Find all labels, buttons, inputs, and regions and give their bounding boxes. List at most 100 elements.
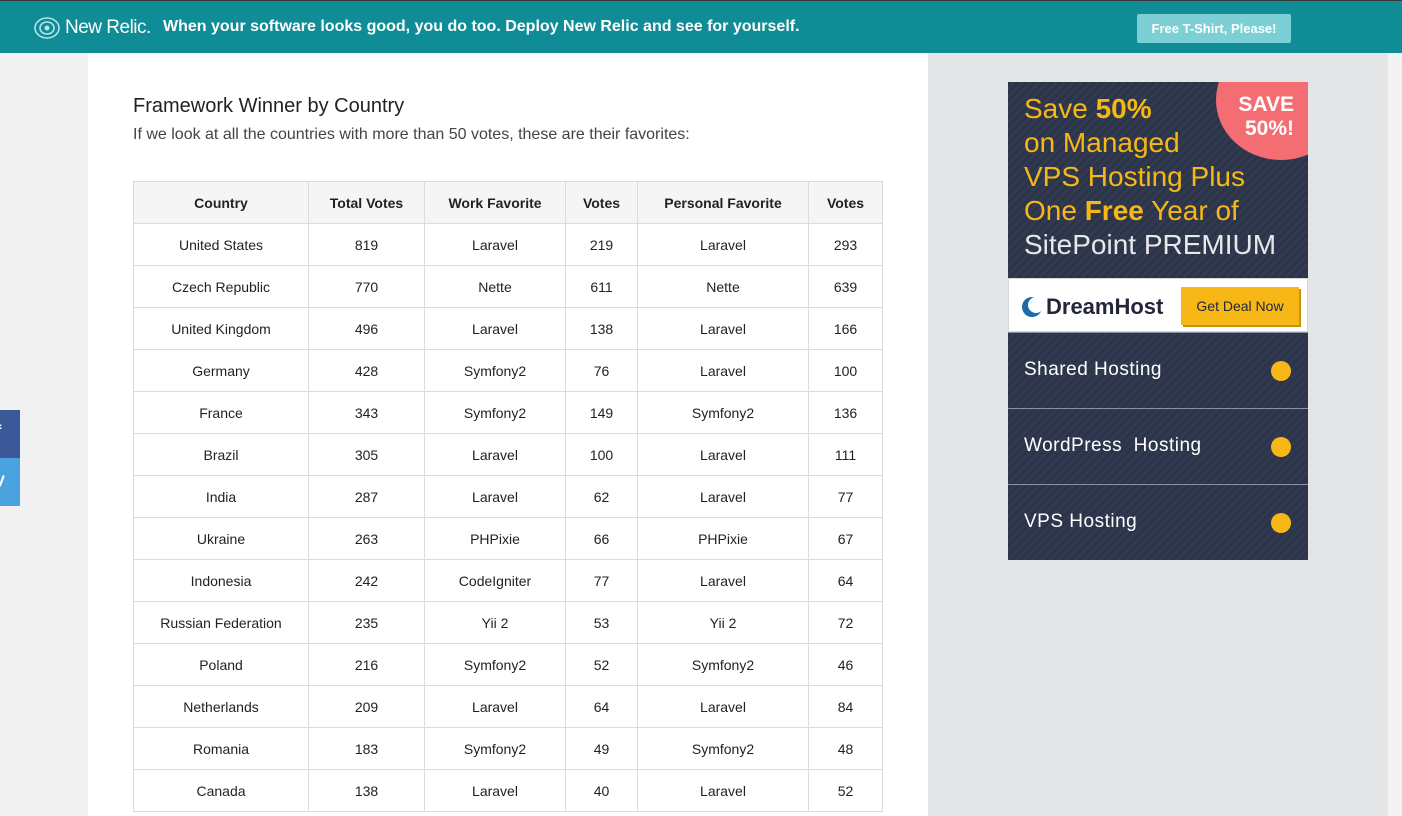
ad-item-label: VPS Hosting <box>1024 511 1138 532</box>
ad-h-year: Year of <box>1143 195 1239 226</box>
cell-work-votes: 64 <box>565 685 638 728</box>
bullet-dot-icon <box>1271 513 1291 533</box>
dreamhost-bar: DreamHost Get Deal Now <box>1008 278 1308 332</box>
cell-country: United Kingdom <box>133 307 309 350</box>
cell-work-votes: 219 <box>565 223 638 266</box>
table-row: Romania 183 Symfony2 49 Symfony2 48 <box>133 727 883 770</box>
header-personal-favorite: Personal Favorite <box>637 181 809 224</box>
new-relic-logo-text: New Relic. <box>65 17 151 38</box>
cell-total-votes: 242 <box>308 559 425 602</box>
cell-country: Canada <box>133 769 309 812</box>
cell-total-votes: 263 <box>308 517 425 560</box>
dreamhost-ad[interactable]: SAVE 50%! Save 50% on Managed VPS Hostin… <box>1008 82 1308 560</box>
cell-work-votes: 49 <box>565 727 638 770</box>
cell-work-votes: 62 <box>565 475 638 518</box>
table-row: Netherlands 209 Laravel 64 Laravel 84 <box>133 685 883 728</box>
facebook-share-button[interactable]: f <box>0 410 20 458</box>
cell-country: France <box>133 391 309 434</box>
ad-headline-area: SAVE 50%! Save 50% on Managed VPS Hostin… <box>1008 82 1308 278</box>
section-subtitle: If we look at all the countries with mor… <box>133 126 690 143</box>
ad-h-50: 50% <box>1095 93 1152 124</box>
cell-personal-favorite: Laravel <box>637 349 809 392</box>
cell-work-favorite: PHPixie <box>424 517 566 560</box>
cell-personal-votes: 67 <box>808 517 883 560</box>
cell-work-favorite: Symfony2 <box>424 391 566 434</box>
cell-total-votes: 770 <box>308 265 425 308</box>
ad-item-vps-hosting[interactable]: VPS Hosting <box>1008 484 1308 560</box>
ad-h-line3: VPS Hosting Plus <box>1024 161 1245 192</box>
ad-item-shared-hosting[interactable]: Shared Hosting <box>1008 332 1308 408</box>
cell-work-votes: 76 <box>565 349 638 392</box>
banner-tagline[interactable]: When your software looks good, you do to… <box>163 18 800 36</box>
cell-personal-votes: 52 <box>808 769 883 812</box>
cell-work-favorite: Symfony2 <box>424 643 566 686</box>
table-row: Brazil 305 Laravel 100 Laravel 111 <box>133 433 883 476</box>
cell-personal-favorite: Laravel <box>637 685 809 728</box>
ad-h-free: Free <box>1084 195 1144 226</box>
cell-work-favorite: Laravel <box>424 433 566 476</box>
cell-work-favorite: Laravel <box>424 307 566 350</box>
ad-h-save: Save <box>1024 93 1096 124</box>
cell-work-votes: 66 <box>565 517 638 560</box>
cell-work-votes: 611 <box>565 265 638 308</box>
cell-personal-votes: 72 <box>808 601 883 644</box>
table-row: Poland 216 Symfony2 52 Symfony2 46 <box>133 643 883 686</box>
table-row: Germany 428 Symfony2 76 Laravel 100 <box>133 349 883 392</box>
cell-country: Brazil <box>133 433 309 476</box>
bullet-dot-icon <box>1271 437 1291 457</box>
cell-work-favorite: Yii 2 <box>424 601 566 644</box>
cell-personal-favorite: Laravel <box>637 559 809 602</box>
cell-personal-votes: 166 <box>808 307 883 350</box>
table-row: United States 819 Laravel 219 Laravel 293 <box>133 223 883 266</box>
cell-work-votes: 52 <box>565 643 638 686</box>
cell-work-votes: 100 <box>565 433 638 476</box>
dreamhost-moon-icon <box>1022 297 1043 317</box>
table-row: France 343 Symfony2 149 Symfony2 136 <box>133 391 883 434</box>
cell-country: Indonesia <box>133 559 309 602</box>
cell-personal-favorite: Laravel <box>637 223 809 266</box>
header-personal-votes: Votes <box>808 181 883 224</box>
cell-country: United States <box>133 223 309 266</box>
new-relic-logo-icon <box>34 17 60 39</box>
cell-work-favorite: Symfony2 <box>424 349 566 392</box>
cell-personal-favorite: Symfony2 <box>637 391 809 434</box>
cell-personal-votes: 111 <box>808 433 883 476</box>
cell-personal-votes: 46 <box>808 643 883 686</box>
table-row: Indonesia 242 CodeIgniter 77 Laravel 64 <box>133 559 883 602</box>
votes-table: Country Total Votes Work Favorite Votes … <box>133 181 883 812</box>
cell-personal-votes: 639 <box>808 265 883 308</box>
cell-total-votes: 287 <box>308 475 425 518</box>
cell-personal-favorite: Symfony2 <box>637 643 809 686</box>
cell-personal-favorite: Symfony2 <box>637 727 809 770</box>
header-work-votes: Votes <box>565 181 638 224</box>
promo-banner: New Relic. When your software looks good… <box>0 0 1402 53</box>
cell-total-votes: 138 <box>308 769 425 812</box>
ad-h-one: One <box>1024 195 1085 226</box>
twitter-icon: y <box>0 471 5 488</box>
ad-item-wordpress-hosting[interactable]: WordPress Hosting <box>1008 408 1308 484</box>
table-row: Canada 138 Laravel 40 Laravel 52 <box>133 769 883 812</box>
twitter-share-button[interactable]: y <box>0 458 20 506</box>
cell-country: Netherlands <box>133 685 309 728</box>
cell-total-votes: 428 <box>308 349 425 392</box>
cell-personal-votes: 77 <box>808 475 883 518</box>
free-tshirt-button[interactable]: Free T-Shirt, Please! <box>1137 14 1291 43</box>
cell-personal-votes: 48 <box>808 727 883 770</box>
get-deal-now-button[interactable]: Get Deal Now <box>1181 287 1299 325</box>
page-gutter <box>1388 53 1402 816</box>
cell-work-votes: 138 <box>565 307 638 350</box>
table-row: Ukraine 263 PHPixie 66 PHPixie 67 <box>133 517 883 560</box>
cell-personal-favorite: Laravel <box>637 475 809 518</box>
cell-personal-favorite: Yii 2 <box>637 601 809 644</box>
cell-work-favorite: Symfony2 <box>424 727 566 770</box>
cell-personal-votes: 100 <box>808 349 883 392</box>
cell-country: Germany <box>133 349 309 392</box>
cell-total-votes: 216 <box>308 643 425 686</box>
new-relic-logo[interactable]: New Relic. <box>34 15 151 41</box>
header-total-votes: Total Votes <box>308 181 425 224</box>
cell-personal-votes: 293 <box>808 223 883 266</box>
cell-total-votes: 819 <box>308 223 425 266</box>
table-row: United Kingdom 496 Laravel 138 Laravel 166 <box>133 307 883 350</box>
dreamhost-logo-text: DreamHost <box>1046 294 1164 319</box>
cell-personal-votes: 84 <box>808 685 883 728</box>
